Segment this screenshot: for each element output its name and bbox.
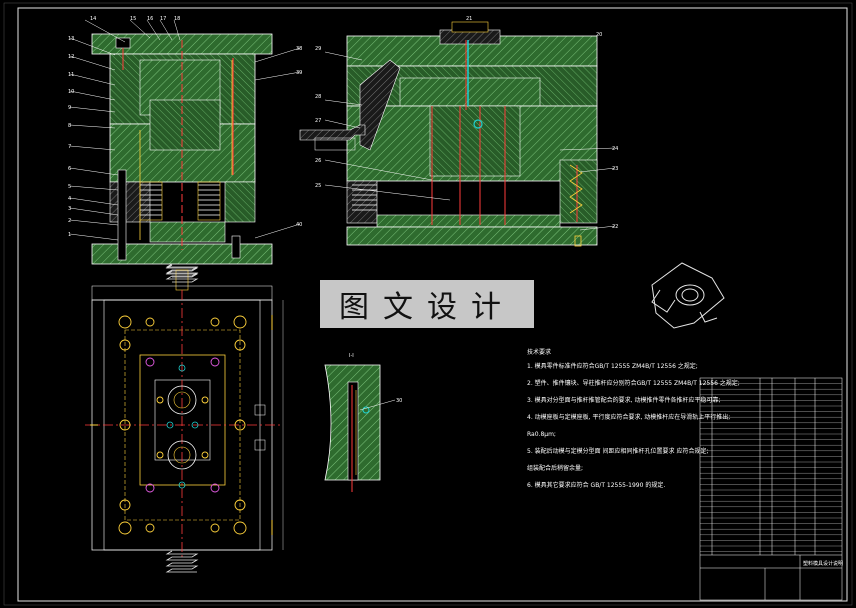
part-number-label: 8 xyxy=(68,123,71,129)
part-number-label: 10 xyxy=(68,89,74,95)
part-number-label: 2 xyxy=(68,218,71,224)
part-number-label: 7 xyxy=(68,144,71,150)
isometric-part xyxy=(651,262,725,329)
technical-notes: 技术要求 1. 模具零件标准件应符合GB/T 12555 ZM4B/T 1255… xyxy=(527,349,740,500)
titleblock-label: 塑料模具设计说明 xyxy=(803,560,843,567)
part-number-label: 22 xyxy=(612,224,618,230)
part-number-label: 20 xyxy=(596,32,602,38)
notes-line: 2. 塑件、推件镶块、导柱推杆应分别符合GB/T 12555 ZM4B/T 12… xyxy=(527,380,740,387)
notes-title: 技术要求 xyxy=(527,349,552,356)
part-number-label: 25 xyxy=(315,183,321,189)
part-number-label: 21 xyxy=(466,16,472,22)
left-section-view xyxy=(69,19,301,291)
part-number-label: 11 xyxy=(68,72,74,78)
part-number-label: 14 xyxy=(90,16,96,22)
notes-line: Ra0.8μm; xyxy=(527,431,556,438)
section-detail-view xyxy=(324,364,396,492)
section-label: I-I xyxy=(349,353,354,359)
part-number-label: 13 xyxy=(68,36,74,42)
part-number-label: 4 xyxy=(68,196,71,202)
part-number-label: 29 xyxy=(315,46,321,52)
part-number-label: 6 xyxy=(68,166,71,172)
notes-line: 组装配合后稍留余量; xyxy=(527,465,584,472)
part-number-label: 1 xyxy=(68,232,71,238)
notes-line: 4. 动模座板与定模座板, 平行度应符合要求, 动模推杆应在导滑轨上平行推出; xyxy=(527,414,731,421)
part-number-label: 3 xyxy=(68,206,71,212)
part-number-label: 28 xyxy=(315,94,321,100)
part-number-label: 27 xyxy=(315,118,321,124)
notes-line: 3. 模具对分型面与推杆推管配合的要求, 动模推件零件各推杆应平稳可靠; xyxy=(527,397,721,404)
watermark-text: 图文设计 xyxy=(339,290,515,325)
watermark-banner: 图文设计 xyxy=(320,280,534,328)
notes-line: 5. 装配后动模与定模分型面 间距应相同推杆孔位置要求 应符合规定; xyxy=(527,448,709,455)
notes-line: 6. 模具其它要求应符合 GB/T 12555-1990 的规定. xyxy=(527,482,666,489)
part-number-label: 12 xyxy=(68,54,74,60)
part-number-label: 26 xyxy=(315,158,321,164)
part-number-label: 17 xyxy=(160,16,166,22)
part-number-label: 5 xyxy=(68,184,71,190)
part-number-label: 39 xyxy=(296,70,302,76)
right-section-view xyxy=(299,21,616,247)
part-number-label: 40 xyxy=(296,222,302,228)
notes-line: 1. 模具零件标准件应符合GB/T 12555 ZM4B/T 12556 之规定… xyxy=(527,363,698,370)
section-balloon: 30 xyxy=(396,398,402,404)
part-number-label: 16 xyxy=(147,16,153,22)
part-number-label: 18 xyxy=(174,16,180,22)
part-number-label: 24 xyxy=(612,146,618,152)
part-number-label: 9 xyxy=(68,105,71,111)
part-number-label: 15 xyxy=(130,16,136,22)
bom-row-lines xyxy=(700,383,842,552)
plan-view xyxy=(85,264,284,573)
part-number-label: 23 xyxy=(612,166,618,172)
part-number-label: 38 xyxy=(296,46,302,52)
